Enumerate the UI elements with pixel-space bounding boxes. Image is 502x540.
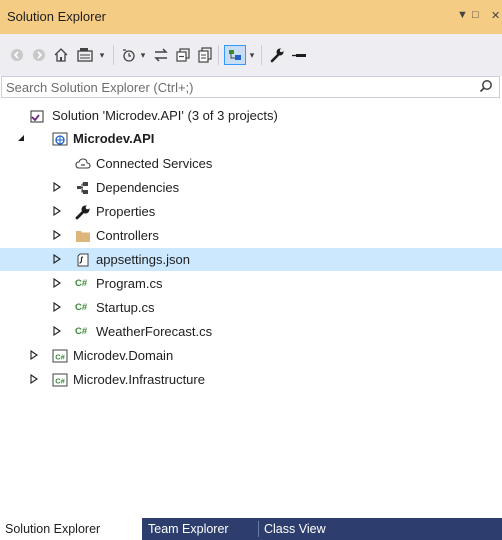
csharp-file-icon: C# [75, 278, 88, 289]
tree-row-project[interactable]: Microdev.API [0, 127, 502, 150]
csharp-project-icon: C# [52, 348, 68, 364]
show-all-files-icon[interactable] [196, 45, 214, 65]
csharp-project-glyph: C# [55, 377, 65, 386]
search-icon[interactable] [479, 79, 493, 93]
pending-changes-filter-icon[interactable] [120, 45, 138, 65]
csharp-project-icon: C# [52, 372, 68, 388]
expand-arrow-icon[interactable] [29, 374, 39, 384]
pin-icon[interactable] [290, 45, 308, 65]
tree-item-label: WeatherForecast.cs [96, 324, 213, 339]
tree-item-label: Program.cs [96, 276, 163, 291]
collapse-arrow-icon[interactable] [16, 133, 26, 143]
maximize-icon[interactable]: □ [472, 9, 479, 21]
project-label: Microdev.Domain [73, 348, 174, 363]
toolbar: ▾ ▾ ▾ [0, 34, 502, 76]
tree-row-controllers[interactable]: Controllers [0, 224, 502, 247]
tool-window-tabs: Solution Explorer Team Explorer Class Vi… [0, 518, 502, 540]
csharp-project-glyph: C# [55, 353, 65, 362]
tree-row-dependencies[interactable]: Dependencies [0, 176, 502, 199]
sync-icon[interactable] [152, 45, 170, 65]
switch-views-icon[interactable] [76, 45, 96, 65]
back-icon[interactable] [8, 45, 26, 65]
expand-arrow-icon[interactable] [52, 254, 62, 264]
project-label: Microdev.API [73, 131, 155, 146]
tree-item-label: Properties [96, 204, 156, 219]
project-label: Microdev.Infrastructure [73, 372, 205, 387]
csharp-file-icon: C# [75, 302, 88, 313]
folder-icon [75, 228, 91, 244]
tree-row-infrastructure-project[interactable]: C# Microdev.Infrastructure [0, 368, 502, 391]
toolbar-separator [113, 45, 114, 65]
wrench-icon [75, 204, 91, 220]
tree-item-label: Startup.cs [96, 300, 155, 315]
expand-arrow-icon[interactable] [52, 182, 62, 192]
solution-icon [29, 108, 45, 124]
toolbar-separator [218, 45, 219, 65]
expand-arrow-icon[interactable] [52, 278, 62, 288]
tab-class-view[interactable]: Class View [259, 518, 345, 540]
tab-solution-explorer[interactable]: Solution Explorer [0, 518, 142, 540]
tree-item-label: Connected Services [96, 156, 213, 171]
title-bar: Solution Explorer ▼ □ ✕ [0, 0, 502, 34]
properties-icon[interactable] [268, 45, 286, 65]
tree-row-appsettings[interactable]: appsettings.json [0, 248, 502, 271]
window-title: Solution Explorer [7, 9, 106, 24]
expand-arrow-icon[interactable] [29, 350, 39, 360]
dropdown-icon[interactable]: ▾ [97, 45, 107, 65]
tab-team-explorer[interactable]: Team Explorer [143, 518, 258, 540]
tree-row-connected-services[interactable]: Connected Services [0, 152, 502, 175]
home-icon[interactable] [52, 45, 70, 65]
tree-row-startup[interactable]: C# Startup.cs [0, 296, 502, 319]
expand-arrow-icon[interactable] [52, 230, 62, 240]
json-file-icon [75, 252, 91, 268]
solution-label: Solution 'Microdev.API' (3 of 3 projects… [52, 108, 278, 123]
search-box[interactable] [1, 76, 500, 98]
preview-selected-icon[interactable] [224, 45, 246, 65]
collapse-all-icon[interactable] [174, 45, 192, 65]
forward-icon[interactable] [30, 45, 48, 65]
dropdown-icon[interactable]: ▾ [247, 45, 257, 65]
connected-services-icon [75, 156, 91, 172]
close-icon[interactable]: ✕ [491, 9, 500, 22]
tree-item-label: appsettings.json [96, 252, 190, 267]
search-input[interactable] [6, 78, 466, 96]
tree-item-label: Controllers [96, 228, 159, 243]
window-menu-icon[interactable]: ▼ [457, 9, 468, 21]
tree-row-domain-project[interactable]: C# Microdev.Domain [0, 344, 502, 367]
dropdown-icon[interactable]: ▾ [138, 45, 148, 65]
expand-arrow-icon[interactable] [52, 206, 62, 216]
tree-row-properties[interactable]: Properties [0, 200, 502, 223]
expand-arrow-icon[interactable] [52, 302, 62, 312]
csharp-file-icon: C# [75, 326, 88, 337]
web-project-icon [52, 131, 68, 147]
toolbar-separator [261, 45, 262, 65]
expand-arrow-icon[interactable] [52, 326, 62, 336]
tree-row-solution[interactable]: Solution 'Microdev.API' (3 of 3 projects… [0, 104, 502, 127]
dependencies-icon [75, 180, 91, 196]
tree-row-weatherforecast[interactable]: C# WeatherForecast.cs [0, 320, 502, 343]
tree-row-program[interactable]: C# Program.cs [0, 272, 502, 295]
tree-item-label: Dependencies [96, 180, 180, 195]
